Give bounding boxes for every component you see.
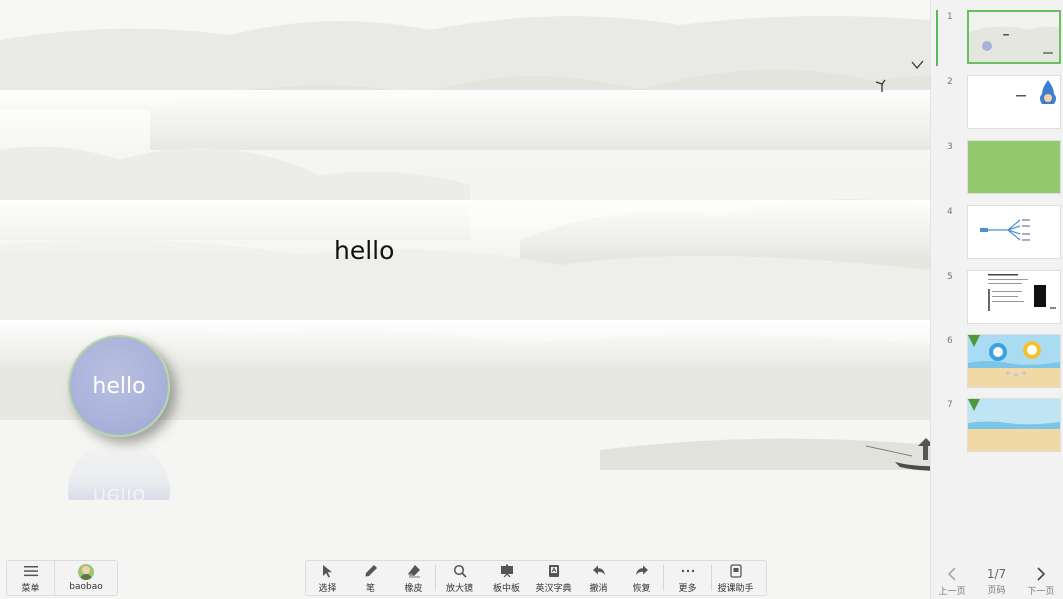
more-icon xyxy=(680,563,696,579)
user-profile-button[interactable]: baobao xyxy=(55,561,117,595)
hamburger-icon xyxy=(23,563,39,579)
dictionary-button[interactable]: 英汉字典 xyxy=(530,561,577,595)
slide-thumb-row-6[interactable]: 6 xyxy=(931,334,1063,390)
magnifier-icon xyxy=(452,563,468,579)
next-page-button[interactable]: 下一页 xyxy=(1019,563,1063,599)
slide-thumbnail-1[interactable] xyxy=(967,10,1061,64)
undo-label: 撤消 xyxy=(589,583,608,594)
redo-label: 恢复 xyxy=(632,583,651,594)
prev-page-button[interactable]: 上一页 xyxy=(930,563,974,599)
dictionary-icon xyxy=(546,563,562,579)
slide-thumbnail-5[interactable] xyxy=(967,270,1061,324)
slide-canvas[interactable]: hello hello hello xyxy=(0,0,930,599)
eraser-label: 橡皮 xyxy=(404,583,423,594)
bubble-reflection-label: hello xyxy=(92,483,146,500)
slide-thumbnail-6[interactable] xyxy=(967,334,1061,388)
assistant-icon xyxy=(728,563,744,579)
slide-thumb-row-4[interactable]: 4 xyxy=(931,205,1063,261)
magnifier-tool-button[interactable]: 放大镜 xyxy=(436,561,483,595)
slide-thumbnail-4[interactable] xyxy=(967,205,1061,259)
slide-thumb-row-1[interactable]: 1 xyxy=(931,10,1063,66)
more-button[interactable]: 更多 xyxy=(664,561,711,595)
select-label: 选择 xyxy=(318,583,337,594)
slide-thumb-row-2[interactable]: 2 xyxy=(931,75,1063,131)
chevron-left-icon xyxy=(944,566,960,582)
chevron-right-icon xyxy=(1033,566,1049,582)
page-label: 页码 xyxy=(987,585,1006,596)
select-tool-button[interactable]: 选择 xyxy=(306,561,349,595)
undo-button[interactable]: 撤消 xyxy=(577,561,620,595)
slide-number: 6 xyxy=(947,336,953,346)
slide-number: 2 xyxy=(947,77,953,87)
slide-title-text[interactable]: hello xyxy=(334,236,394,265)
slide-number: 5 xyxy=(947,272,953,282)
ink-landscape-background xyxy=(0,16,930,599)
pen-tool-button[interactable]: 笔 xyxy=(349,561,392,595)
board-icon xyxy=(499,563,515,579)
next-page-label: 下一页 xyxy=(1027,586,1055,597)
redo-icon xyxy=(634,563,650,579)
eraser-icon xyxy=(406,563,422,579)
board-in-board-button[interactable]: 板中板 xyxy=(483,561,530,595)
redo-button[interactable]: 恢复 xyxy=(620,561,663,595)
slide-thumbnail-panel[interactable]: 1 2 3 4 5 6 7 xyxy=(930,0,1063,599)
slide-thumbnail-2[interactable] xyxy=(967,75,1061,129)
eraser-tool-button[interactable]: 橡皮 xyxy=(392,561,435,595)
pen-icon xyxy=(363,563,379,579)
dictionary-label: 英汉字典 xyxy=(535,583,572,594)
menu-label: 菜单 xyxy=(21,583,40,594)
avatar-icon xyxy=(78,564,94,580)
pager: 上一页 1/7 页码 下一页 xyxy=(930,563,1063,599)
hello-bubble[interactable]: hello xyxy=(68,335,170,437)
board-label: 板中板 xyxy=(492,583,520,594)
pen-label: 笔 xyxy=(365,583,375,594)
page-number-button[interactable]: 1/7 页码 xyxy=(974,563,1018,599)
menu-button[interactable]: 菜单 xyxy=(7,561,55,595)
prev-page-label: 上一页 xyxy=(938,586,966,597)
slide-thumb-row-5[interactable]: 5 xyxy=(931,270,1063,326)
more-label: 更多 xyxy=(678,583,697,594)
page-indicator: 1/7 xyxy=(986,566,1007,581)
slide-number: 7 xyxy=(947,400,953,410)
magnifier-label: 放大镜 xyxy=(445,583,473,594)
assistant-label: 授课助手 xyxy=(717,583,754,594)
left-toolbar: 菜单 baobao xyxy=(6,560,118,596)
undo-icon xyxy=(591,563,607,579)
user-name: baobao xyxy=(69,582,103,592)
slide-thumb-row-3[interactable]: 3 xyxy=(931,140,1063,196)
slide-thumbnail-7[interactable] xyxy=(967,398,1061,452)
bubble-label: hello xyxy=(92,373,146,399)
bubble-reflection: hello xyxy=(68,440,170,500)
slide-thumb-row-7[interactable]: 7 xyxy=(931,398,1063,454)
teaching-assistant-button[interactable]: 授课助手 xyxy=(712,561,759,595)
slide-number: 4 xyxy=(947,207,953,217)
slide-thumbnail-3[interactable] xyxy=(967,140,1061,194)
cursor-icon xyxy=(320,563,336,579)
slide-number: 3 xyxy=(947,142,953,152)
slide-number: 1 xyxy=(947,12,953,22)
main-toolbar: 选择 笔 橡皮 放大镜 板中板 英汉字典 撤消 恢复 更多 授课助手 xyxy=(305,560,767,596)
